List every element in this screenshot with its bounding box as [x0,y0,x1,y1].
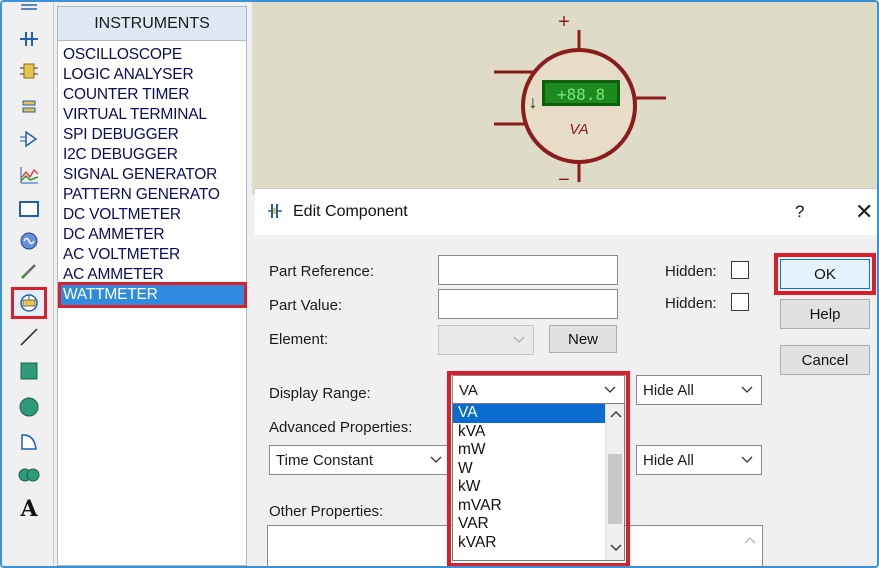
hide-all-value-1: Hide All [643,381,694,399]
schematic-canvas[interactable]: +88.8 VA ↓ + − [252,2,877,194]
element-select[interactable] [438,325,534,355]
path-tool-icon[interactable] [14,462,44,488]
meter-display-text: +88.8 [557,85,605,104]
element-label: Element: [269,331,329,348]
dialog-help-button[interactable]: ? [795,202,804,222]
instrument-item[interactable]: VIRTUAL TERMINAL [61,105,244,125]
dialog-titlebar[interactable]: Edit Component ? ✕ [255,189,877,235]
instrument-item[interactable]: SPI DEBUGGER [61,125,244,145]
display-range-label: Display Range: [269,385,371,402]
hidden-label-2: Hidden: [665,295,717,312]
dialog-close-button[interactable]: ✕ [855,199,873,225]
chevron-down-icon [430,456,442,463]
instrument-item[interactable]: DC VOLTMETER [61,205,244,225]
instrument-item[interactable]: WATTMETER [58,282,247,308]
chevron-down-icon [513,336,525,343]
part-value-label: Part Value: [269,297,343,314]
plus-sign: + [558,11,570,33]
advanced-property-value: Time Constant [276,451,373,469]
display-range-highlight [447,371,630,566]
instruments-panel: INSTRUMENTS OSCILLOSCOPE LOGIC ANALYSER CO… [57,6,247,566]
graph-icon[interactable] [14,162,44,188]
instruments-header: INSTRUMENTS [58,7,246,41]
instrument-item[interactable]: SIGNAL GENERATOR [61,165,244,185]
terminal-icon[interactable] [14,58,44,84]
advanced-property-select[interactable]: Time Constant [269,445,451,475]
part-reference-hidden-checkbox[interactable] [731,261,749,279]
instrument-item[interactable]: AC VOLTMETER [61,245,244,265]
help-button[interactable]: Help [780,299,870,329]
junction-dot-icon[interactable] [14,26,44,52]
scroll-up-icon[interactable] [744,536,756,544]
line-tool-icon[interactable] [14,324,44,350]
chevron-down-icon [741,386,753,393]
part-value-hidden-checkbox[interactable] [731,293,749,311]
pen-icon[interactable] [14,258,44,284]
component-icon [268,204,282,218]
app-window: A INSTRUMENTS OSCILLOSCOPE LOGIC ANALYSER… [0,0,879,568]
tape-recorder-icon[interactable] [14,196,44,222]
instrument-item[interactable]: OSCILLOSCOPE [61,45,244,65]
hidden-label-1: Hidden: [665,263,717,280]
toolbar-grip-icon[interactable] [14,2,44,12]
instruments-list: OSCILLOSCOPE LOGIC ANALYSER COUNTER TIMER V… [58,45,247,308]
part-value-input[interactable] [438,289,618,319]
advanced-property-visibility-select[interactable]: Hide All [636,445,762,475]
new-button[interactable]: New [549,325,617,353]
ok-button-highlight [774,253,876,295]
dialog-title: Edit Component [293,203,408,220]
circle-tool-icon[interactable] [14,394,44,420]
generator-icon[interactable] [14,126,44,152]
probe-icon[interactable] [14,228,44,254]
text-tool-icon[interactable]: A [14,496,44,522]
instrument-item[interactable]: PATTERN GENERATO [61,185,244,205]
advanced-properties-label: Advanced Properties: [269,419,413,436]
part-reference-input[interactable] [438,255,618,285]
instrument-item[interactable]: COUNTER TIMER [61,85,244,105]
mode-toolbar: A [8,2,54,566]
hide-all-value-2: Hide All [643,451,694,469]
chevron-down-icon [741,456,753,463]
current-arrow-icon: ↓ [529,92,538,112]
bus-icon[interactable] [14,94,44,120]
instrument-item[interactable]: LOGIC ANALYSER [61,65,244,85]
box-tool-icon[interactable] [14,358,44,384]
virtual-instruments-icon[interactable] [11,287,47,319]
part-reference-label: Part Reference: [269,263,375,280]
arc-tool-icon[interactable] [14,428,44,454]
wattmeter-symbol[interactable]: +88.8 VA ↓ + − [252,2,877,194]
edit-component-dialog: Edit Component ? ✕ Part Reference: Hidde… [255,188,877,566]
cancel-button[interactable]: Cancel [780,345,870,375]
display-range-visibility-select[interactable]: Hide All [636,375,762,405]
other-properties-label: Other Properties: [269,503,384,520]
instrument-item[interactable]: AC AMMETER [61,265,244,285]
instrument-item[interactable]: DC AMMETER [61,225,244,245]
meter-unit-text: VA [569,121,588,138]
instrument-item[interactable]: I2C DEBUGGER [61,145,244,165]
